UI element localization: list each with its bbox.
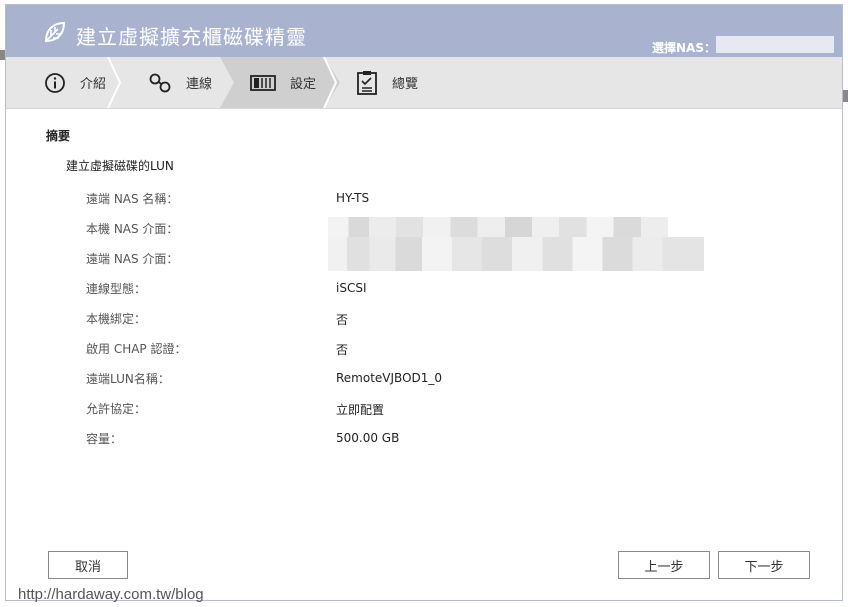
- checklist-icon: [357, 70, 377, 95]
- remote-nas-name-label: 遠端 NAS 名稱：: [86, 192, 179, 206]
- cancel-button[interactable]: 取消: [48, 551, 128, 579]
- storage-icon: [250, 74, 276, 91]
- nas-select-dropdown[interactable]: [716, 36, 834, 53]
- step-label: 總覽: [392, 77, 419, 92]
- allocation-label: 允許協定：: [86, 402, 147, 416]
- allocation-value: 立即配置: [336, 403, 385, 417]
- connection-type-value: iSCSI: [336, 281, 367, 295]
- remote-lun-name-label: 遠端LUN名稱：: [86, 372, 170, 386]
- watermark-url: http://hardaway.com.tw/blog: [18, 586, 204, 603]
- dialog-title: 建立虛擬擴充櫃磁碟精靈: [76, 25, 307, 49]
- step-label: 介紹: [80, 77, 107, 92]
- link-icon: [149, 73, 171, 92]
- remote-nas-interface-label: 遠端 NAS 介面：: [86, 252, 179, 266]
- next-step-button[interactable]: 下一步: [718, 551, 810, 579]
- remote-lun-name-value: RemoteVJBOD1_0: [336, 371, 443, 385]
- redacted-local-interface: [328, 217, 668, 237]
- redacted-remote-interface: [328, 237, 704, 271]
- capacity-value: 500.00 GB: [336, 431, 400, 445]
- step-label: 設定: [290, 77, 317, 92]
- summary-title: 摘要: [46, 129, 71, 143]
- leaf-logo-icon: [44, 21, 66, 43]
- step-separator: [107, 57, 122, 108]
- summary-subtitle: 建立虛擬磁碟的LUN: [66, 159, 174, 173]
- background-window-edge: [843, 90, 848, 102]
- capacity-label: 容量：: [86, 432, 123, 446]
- previous-step-button[interactable]: 上一步: [618, 551, 710, 579]
- step-separator: [323, 57, 338, 108]
- local-nas-interface-label: 本機 NAS 介面：: [86, 222, 179, 236]
- local-binding-value: 否: [336, 313, 349, 327]
- chap-auth-label: 啟用 CHAP 認證：: [86, 342, 187, 356]
- step-intro[interactable]: 介紹: [44, 57, 106, 108]
- local-binding-label: 本機綁定：: [86, 312, 147, 326]
- chap-auth-value: 否: [336, 343, 349, 357]
- step-overview[interactable]: 總覽: [356, 57, 418, 108]
- step-label: 連線: [186, 77, 213, 92]
- wizard-stepbar: 介紹 連線 設定 總覽: [6, 57, 842, 109]
- info-icon: [45, 72, 65, 93]
- nas-select-label: 選擇NAS：: [652, 41, 716, 55]
- step-settings[interactable]: 設定: [250, 57, 316, 108]
- remote-nas-name-value: HY-TS: [336, 191, 370, 205]
- wizard-dialog: 建立虛擬擴充櫃磁碟精靈 選擇NAS： 介紹 連線 設定 總覽 摘要 建立虛擬磁碟…: [5, 4, 843, 601]
- step-connection[interactable]: 連線: [148, 57, 212, 108]
- dialog-header: 建立虛擬擴充櫃磁碟精靈 選擇NAS：: [6, 5, 842, 57]
- connection-type-label: 連線型態：: [86, 282, 147, 296]
